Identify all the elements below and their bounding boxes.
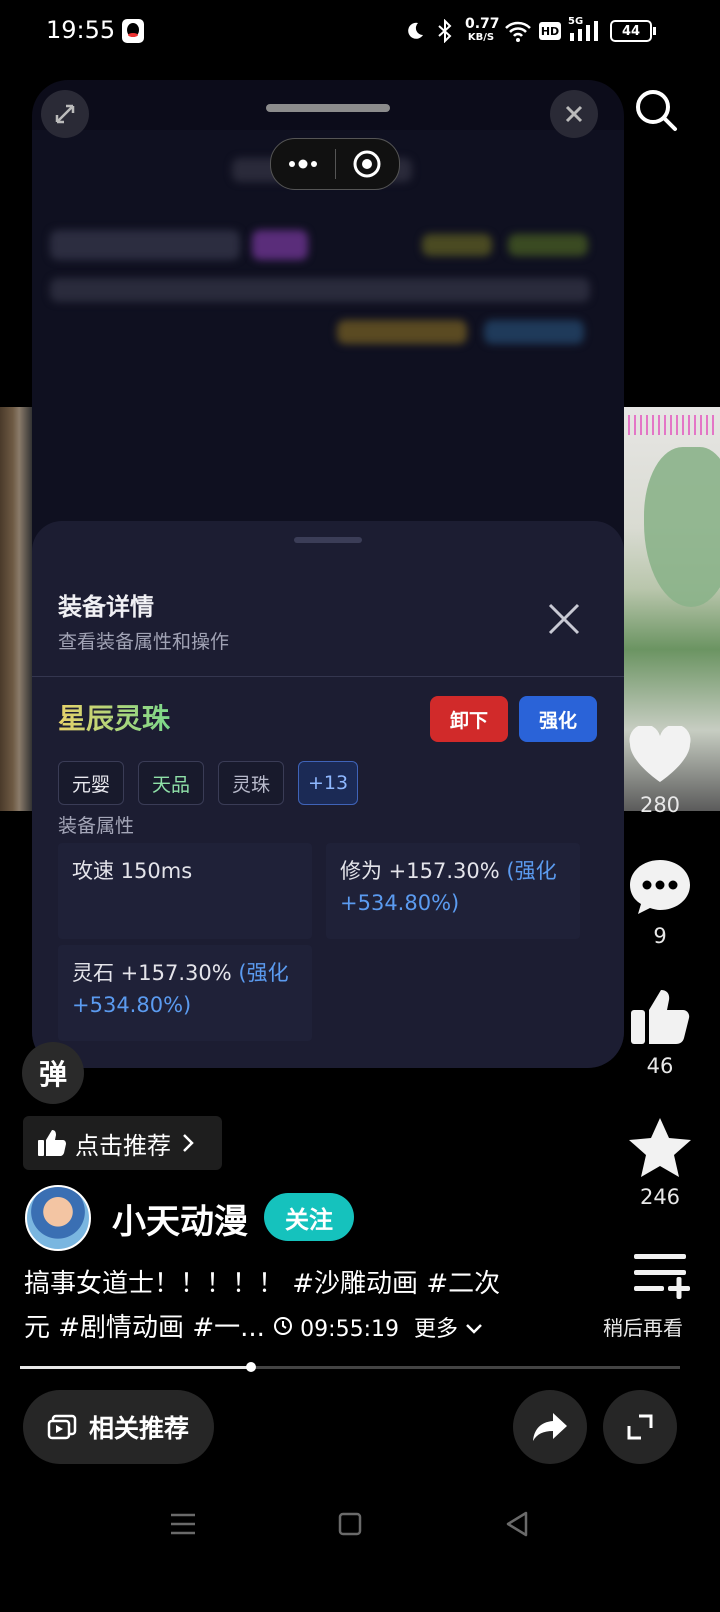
mini-program-panel: 装备详情 查看装备属性和操作 星辰灵珠 卸下 强化 元婴 天品 灵珠 +13 装… (32, 80, 624, 1068)
equipment-detail-sheet: 装备详情 查看装备属性和操作 星辰灵珠 卸下 强化 元婴 天品 灵珠 +13 装… (32, 521, 624, 1068)
network-speed-unit: KB/S (467, 32, 495, 43)
related-label: 相关推荐 (89, 1414, 190, 1443)
status-bar: 19:55 0.77 KB/S HD 5G 44 (0, 0, 720, 64)
author-avatar[interactable] (25, 1185, 91, 1251)
item-name: 星辰灵珠 (58, 697, 170, 737)
more-label[interactable]: 更多 (414, 1317, 458, 1342)
moon-icon (404, 18, 426, 44)
video-description[interactable]: 搞事女道士！！！！！ #沙雕动画 #二次元 #剧情动画 #一... 09:55:… (24, 1262, 524, 1352)
system-nav-bar (0, 1480, 720, 1612)
enhance-button[interactable]: 强化 (519, 696, 597, 742)
chevron-right-icon (181, 1132, 195, 1154)
heart-icon[interactable] (620, 726, 700, 786)
attribute-text: 灵石 +157.30% (72, 961, 232, 985)
thumbs-count: 46 (646, 1054, 674, 1078)
thumbs-up-icon[interactable] (620, 986, 700, 1048)
target-icon[interactable] (336, 139, 400, 189)
hd-icon: HD (538, 18, 562, 44)
tag-type: 灵珠 (218, 761, 284, 805)
chevron-down-icon (465, 1308, 483, 1352)
network-speed-value: 0.77 (465, 16, 500, 32)
star-icon[interactable] (620, 1116, 700, 1182)
watch-later-label[interactable]: 稍后再看 (598, 1312, 688, 1341)
author-name[interactable]: 小天动漫 (112, 1194, 248, 1243)
hd-label: HD (539, 22, 561, 40)
qq-icon (120, 18, 146, 44)
recommend-label: 点击推荐 (75, 1131, 171, 1160)
expand-icon[interactable] (41, 90, 89, 138)
heart-count: 280 (639, 793, 681, 817)
tag-realm: 元婴 (58, 761, 124, 805)
sheet-subtitle: 查看装备属性和操作 (58, 631, 230, 653)
attribute-text: 攻速 150ms (72, 859, 193, 883)
danmu-label: 弹 (38, 1058, 67, 1091)
timestamp: 09:55:19 (300, 1317, 399, 1342)
progress-fill (20, 1366, 251, 1369)
attributes-label: 装备属性 (58, 815, 135, 837)
danmu-toggle[interactable]: 弹 (22, 1042, 84, 1104)
watch-later-icon[interactable] (626, 1248, 696, 1304)
share-icon[interactable] (513, 1390, 587, 1464)
progress-knob[interactable] (246, 1362, 256, 1372)
sheet-title: 装备详情 (58, 593, 154, 621)
signal-icon: 5G (568, 16, 602, 44)
related-video-icon (47, 1414, 77, 1440)
unequip-button[interactable]: 卸下 (430, 696, 508, 742)
recommend-button[interactable]: 点击推荐 (23, 1116, 222, 1170)
tag-level: +13 (298, 761, 358, 805)
status-time: 19:55 (46, 16, 116, 44)
mini-program-capsule (270, 138, 400, 190)
attribute-attack-speed: 攻速 150ms (58, 843, 312, 939)
panel-grab-handle[interactable] (266, 104, 390, 112)
sheet-divider (32, 676, 624, 677)
attribute-cultivation: 修为 +157.30% (强化 +534.80%) (326, 843, 580, 939)
network-speed: 0.77 KB/S (465, 16, 500, 44)
wifi-icon (503, 18, 533, 44)
menu-nav-icon[interactable] (170, 1512, 196, 1540)
attribute-text: 修为 +157.30% (340, 859, 500, 883)
battery-level: 44 (610, 20, 652, 42)
sheet-handle[interactable] (294, 537, 362, 543)
fullscreen-icon[interactable] (603, 1390, 677, 1464)
video-frame-left (0, 407, 32, 811)
video-progress-bar[interactable] (20, 1362, 680, 1372)
search-icon[interactable] (632, 86, 680, 134)
sheet-close-icon[interactable] (544, 599, 584, 639)
home-nav-icon[interactable] (338, 1512, 362, 1540)
comment-count: 9 (653, 924, 667, 948)
video-meta: 09:55:19 更多 (273, 1317, 483, 1342)
thumbs-up-small-icon (37, 1129, 67, 1157)
battery-icon: 44 (610, 18, 656, 44)
related-recommend-button[interactable]: 相关推荐 (23, 1390, 214, 1464)
attribute-spirit-stone: 灵石 +157.30% (强化 +534.80%) (58, 945, 312, 1041)
clock-icon (273, 1308, 293, 1352)
comment-icon[interactable] (620, 856, 700, 920)
more-dots-icon[interactable] (271, 139, 335, 189)
favorite-count: 246 (639, 1185, 681, 1209)
back-nav-icon[interactable] (504, 1510, 530, 1542)
bluetooth-icon (434, 18, 456, 44)
follow-button[interactable]: 关注 (264, 1193, 354, 1241)
tag-grade: 天品 (138, 761, 204, 805)
close-panel-icon[interactable] (550, 90, 598, 138)
cell-label: 5G (568, 16, 584, 27)
